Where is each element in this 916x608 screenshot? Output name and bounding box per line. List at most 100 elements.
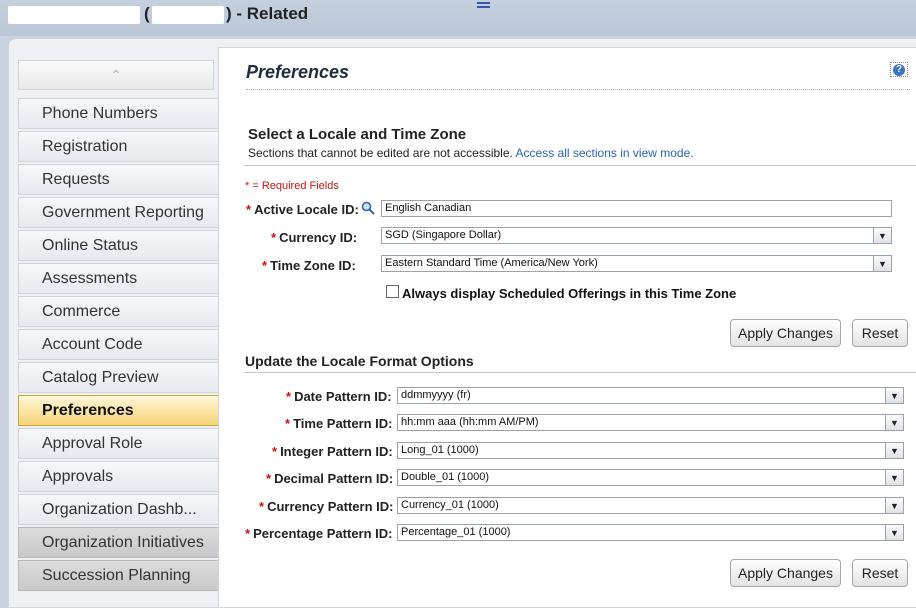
sidebar-item-preferences[interactable]: Preferences <box>18 395 224 426</box>
currency-pattern-select[interactable]: Currency_01 (1000) ▼ <box>397 497 904 514</box>
sidebar-item-label: Organization Initiatives <box>42 534 204 551</box>
integer-pattern-select[interactable]: Long_01 (1000) ▼ <box>397 442 904 459</box>
sidebar-item-succession-planning[interactable]: Succession Planning <box>18 560 218 591</box>
sidebar-item-label: Government Reporting <box>42 204 204 221</box>
sidebar-item-label: Organization Dashb... <box>42 501 197 518</box>
section-divider <box>244 165 916 166</box>
integer-pattern-value: Long_01 (1000) <box>401 444 479 456</box>
sidebar-item-label: Registration <box>42 138 128 155</box>
active-locale-input[interactable]: English Canadian <box>381 200 892 217</box>
redacted-id <box>152 6 224 24</box>
required-star: * <box>286 389 292 404</box>
required-star: * <box>271 230 277 245</box>
window-title: ) - Related <box>226 4 309 23</box>
chevron-down-icon[interactable]: ▼ <box>885 388 903 403</box>
section-divider <box>244 372 916 373</box>
required-star: * <box>285 416 291 431</box>
sidebar-item-commerce[interactable]: Commerce <box>18 296 218 327</box>
window-titlebar: ( ) - Related <box>0 0 916 36</box>
format-reset-button[interactable]: Reset <box>852 559 908 587</box>
sidebar-item-label: Preferences <box>42 402 134 419</box>
help-glyph: ? <box>893 64 905 76</box>
sidebar-item-requests[interactable]: Requests <box>18 164 218 195</box>
apply-changes-button[interactable]: Apply Changes <box>730 319 841 347</box>
sidebar-item-government-reporting[interactable]: Government Reporting <box>18 197 218 228</box>
sidebar-item-organization-dashboard[interactable]: Organization Dashb... <box>18 494 218 525</box>
sidebar-item-approval-role[interactable]: Approval Role <box>18 428 218 459</box>
time-zone-value: Eastern Standard Time (America/New York) <box>385 257 598 269</box>
drag-handle-icon[interactable] <box>477 2 490 8</box>
time-pattern-select[interactable]: hh:mm aaa (hh:mm AM/PM) ▼ <box>397 414 904 431</box>
currency-select[interactable]: SGD (Singapore Dollar) ▼ <box>381 227 892 244</box>
sidebar-item-label: Phone Numbers <box>42 105 158 122</box>
sidebar-item-registration[interactable]: Registration <box>18 131 218 162</box>
percentage-pattern-value: Percentage_01 (1000) <box>401 526 511 538</box>
currency-label-text: Currency ID: <box>279 230 358 245</box>
required-star: * <box>245 526 251 541</box>
sidebar-item-phone-numbers[interactable]: Phone Numbers <box>18 98 218 129</box>
time-pattern-label: * Time Pattern ID: <box>285 416 393 431</box>
time-zone-label: * Time Zone ID: <box>262 258 356 273</box>
sidebar-item-account-code[interactable]: Account Code <box>18 329 218 360</box>
time-zone-select[interactable]: Eastern Standard Time (America/New York)… <box>381 255 892 272</box>
description-text: Sections that cannot be edited are not a… <box>248 146 513 160</box>
sidebar-item-label: Approvals <box>42 468 114 485</box>
sidebar-item-label: Account Code <box>42 336 143 353</box>
time-pattern-label-text: Time Pattern ID: <box>293 416 393 431</box>
chevron-down-icon[interactable]: ▼ <box>873 256 891 271</box>
required-star: * <box>266 471 272 486</box>
format-apply-changes-button[interactable]: Apply Changes <box>730 559 841 587</box>
percentage-pattern-select[interactable]: Percentage_01 (1000) ▼ <box>397 524 904 541</box>
sidebar-item-label: Requests <box>42 171 110 188</box>
currency-value: SGD (Singapore Dollar) <box>385 229 502 241</box>
help-icon[interactable]: ? <box>890 62 908 77</box>
view-mode-link[interactable]: Access all sections in view mode. <box>516 146 694 160</box>
required-star: * <box>272 444 278 459</box>
chevron-down-icon[interactable]: ▼ <box>885 415 903 430</box>
always-display-checkbox[interactable] <box>386 285 399 298</box>
currency-pattern-label: * Currency Pattern ID: <box>259 499 393 514</box>
currency-pattern-label-text: Currency Pattern ID: <box>267 499 394 514</box>
required-fields-note: * = Required Fields <box>245 180 339 192</box>
sidebar-item-label: Commerce <box>42 303 121 320</box>
currency-label: * Currency ID: <box>271 230 357 245</box>
sidebar-item-assessments[interactable]: Assessments <box>18 263 218 294</box>
integer-pattern-label-text: Integer Pattern ID: <box>280 444 393 459</box>
sidebar-item-label: Assessments <box>42 270 138 287</box>
sidebar-item-label: Approval Role <box>42 435 143 452</box>
decimal-pattern-label: * Decimal Pattern ID: <box>266 471 393 486</box>
lookup-magnifier-icon[interactable] <box>361 201 375 215</box>
chevron-up-icon: ⌃ <box>110 66 122 83</box>
active-locale-label-text: Active Locale ID: <box>254 202 359 217</box>
title-open-paren: ( <box>144 4 150 23</box>
active-locale-label: * Active Locale ID: <box>246 202 359 217</box>
chevron-down-icon[interactable]: ▼ <box>885 525 903 540</box>
sidebar-item-organization-initiatives[interactable]: Organization Initiatives <box>18 527 218 558</box>
date-pattern-label-text: Date Pattern ID: <box>294 389 392 404</box>
decimal-pattern-label-text: Decimal Pattern ID: <box>274 471 394 486</box>
reset-button[interactable]: Reset <box>852 319 908 347</box>
page-title: Preferences <box>246 62 350 82</box>
locale-section-heading: Select a Locale and Time Zone <box>248 126 467 143</box>
date-pattern-label: * Date Pattern ID: <box>286 389 392 404</box>
decimal-pattern-select[interactable]: Double_01 (1000) ▼ <box>397 469 904 486</box>
chevron-down-icon[interactable]: ▼ <box>885 470 903 485</box>
sidebar-item-label: Online Status <box>42 237 139 254</box>
chevron-down-icon[interactable]: ▼ <box>873 228 891 243</box>
percentage-pattern-label-text: Percentage Pattern ID: <box>253 526 393 541</box>
integer-pattern-label: * Integer Pattern ID: <box>272 444 393 459</box>
locale-section-description: Sections that cannot be edited are not a… <box>248 146 694 160</box>
date-pattern-select[interactable]: ddmmyyyy (fr) ▼ <box>397 387 904 404</box>
chevron-down-icon[interactable]: ▼ <box>885 443 903 458</box>
time-pattern-value: hh:mm aaa (hh:mm AM/PM) <box>401 416 539 428</box>
date-pattern-value: ddmmyyyy (fr) <box>401 389 471 401</box>
time-zone-label-text: Time Zone ID: <box>270 258 356 273</box>
sidebar-item-online-status[interactable]: Online Status <box>18 230 218 261</box>
chevron-down-icon[interactable]: ▼ <box>885 498 903 513</box>
sidebar-item-approvals[interactable]: Approvals <box>18 461 218 492</box>
sidebar-item-label: Succession Planning <box>42 567 191 584</box>
sidebar-item-catalog-preview[interactable]: Catalog Preview <box>18 362 218 393</box>
currency-pattern-value: Currency_01 (1000) <box>401 499 499 511</box>
sidebar-scroll-up-button[interactable]: ⌃ <box>18 60 214 90</box>
sidebar-item-label: Catalog Preview <box>42 369 159 386</box>
